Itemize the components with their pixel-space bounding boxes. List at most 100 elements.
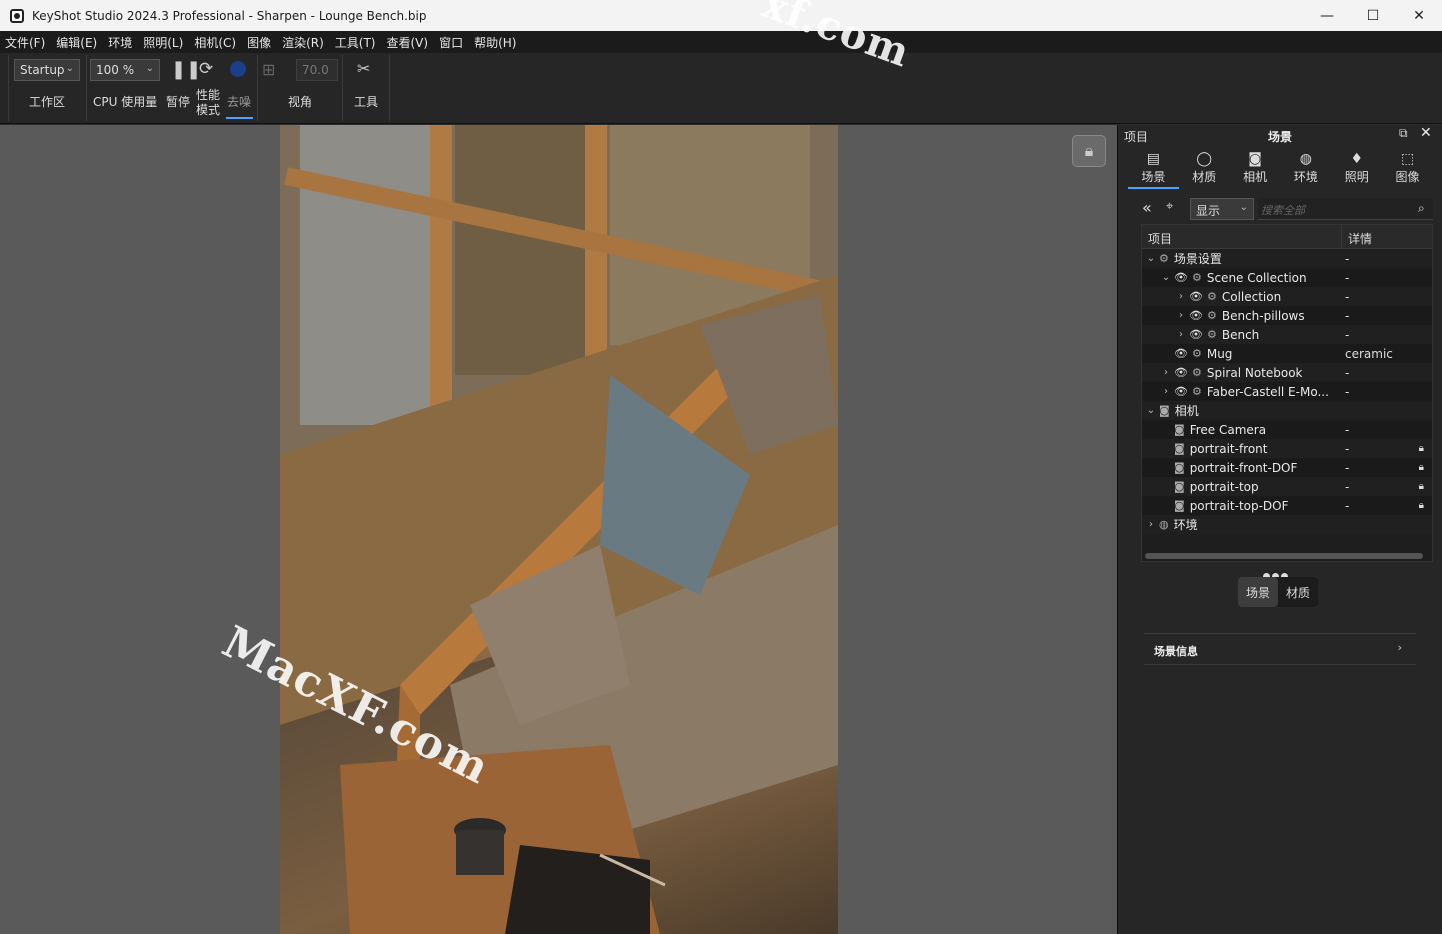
denoise-label[interactable]: 去噪 [227,93,251,110]
tree-row-detail: - [1345,289,1350,304]
chevron-down-icon[interactable]: ⌄ [1146,405,1156,416]
node-type-icon: ⚙ [1206,309,1217,322]
visibility-eye-icon[interactable]: 👁︎ [1174,271,1188,284]
tree-row[interactable]: › 👁︎ ⚙ Bench - [1142,325,1432,344]
tree-header: 项目 详情 [1142,225,1432,249]
maximize-button[interactable]: ☐ [1350,0,1396,31]
tree-row[interactable]: › ◍ 环境 [1142,515,1432,534]
menu-file[interactable]: 文件(F) [5,34,45,51]
visibility-eye-icon[interactable]: 👁︎ [1174,385,1188,398]
scene-tree: 项目 详情 ⌄ ⚙ 场景设置 - ⌄ 👁︎ ⚙ Scene Collection - › 👁︎ ⚙ Co… [1141,224,1433,562]
segment-material[interactable]: 材质 [1278,577,1318,607]
tree-row[interactable]: › 👁︎ ⚙ Faber-Castell E-Mo... - [1142,382,1432,401]
tree-row-label: Spiral Notebook [1206,365,1303,380]
visibility-eye-icon[interactable]: 👁︎ [1189,328,1203,341]
view-angle-icon[interactable]: ⊞ [262,60,275,79]
pause-label[interactable]: 暂停 [166,93,190,110]
tab-lighting[interactable]: ♦ 照明 [1331,149,1382,189]
visibility-eye-icon[interactable]: 👁︎ [1189,290,1203,303]
tree-row[interactable]: › 👁︎ ⚙ Bench-pillows - [1142,306,1432,325]
chevron-right-icon[interactable]: › [1176,329,1186,340]
menu-window[interactable]: 窗口 [439,34,463,51]
search-placeholder: 搜索全部 [1261,204,1305,217]
close-button[interactable]: ✕ [1396,0,1442,31]
tree-row-label: Faber-Castell E-Mo... [1206,384,1329,399]
menu-environment[interactable]: 环境 [108,34,132,51]
tree-row[interactable]: ⌄ 👁︎ ⚙ Scene Collection - [1142,268,1432,287]
chevron-down-icon: ⌄ [65,63,74,74]
tree-row[interactable]: ⌄ ⚙ 场景设置 - [1142,249,1432,268]
node-type-icon: ◙ [1174,499,1185,512]
chevron-down-icon[interactable]: ⌄ [1146,253,1156,264]
fov-input[interactable]: 70.0 [296,59,338,81]
chevron-right-icon[interactable]: › [1176,291,1186,302]
tab-material[interactable]: ◯ 材质 [1179,149,1230,189]
menu-lighting[interactable]: 照明(L) [143,34,183,51]
ribbon-toolbar: Startup ⌄ 工作区 100 % ⌄ CPU 使用量 ❚❚ 暂停 ⟳ 性能… [0,53,1442,124]
menu-render[interactable]: 渲染(R) [282,34,324,51]
viewport-lock-button[interactable]: 🔒︎ [1072,135,1106,167]
menu-image[interactable]: 图像 [247,34,271,51]
collapse-all-icon[interactable]: « [1142,198,1152,217]
panel-header: 项目 场景 ⧉ ✕ [1118,125,1442,145]
workspace-select[interactable]: Startup ⌄ [14,59,80,81]
performance-mode-label-2[interactable]: 模式 [196,101,220,118]
visibility-eye-icon[interactable]: 👁︎ [1174,347,1188,360]
detach-panel-icon[interactable]: ⧉ [1399,126,1408,141]
menu-tools[interactable]: 工具(T) [335,34,376,51]
chevron-right-icon[interactable]: › [1161,386,1171,397]
tree-row[interactable]: ⌄ ◙ 相机 [1142,401,1432,420]
chevron-right-icon[interactable]: › [1176,310,1186,321]
tree-row[interactable]: 👁︎ ⚙ Mug ceramic [1142,344,1432,363]
tree-row[interactable]: › 👁︎ ⚙ Collection - [1142,287,1432,306]
menu-camera[interactable]: 相机(C) [194,34,236,51]
tree-row-detail: - [1345,441,1350,456]
chevron-right-icon[interactable]: › [1161,367,1171,378]
menu-view[interactable]: 查看(V) [386,34,428,51]
minimize-button[interactable]: — [1304,0,1350,31]
node-type-icon: ⚙ [1191,385,1202,398]
visibility-eye-icon[interactable]: 👁︎ [1174,366,1188,379]
pause-icon[interactable]: ❚❚ [171,59,201,80]
search-icon[interactable]: ⌕ [1418,201,1425,216]
panel-tabs: ▤ 场景 ◯ 材质 ◙ 相机 ◍ 环境 ♦ 照明 ⬚ 图像 [1128,149,1433,189]
menu-edit[interactable]: 编辑(E) [56,34,97,51]
tools-label[interactable]: 工具 [354,93,378,110]
tree-row[interactable]: ◙ portrait-front - 🔒︎ [1142,439,1432,458]
menu-help[interactable]: 帮助(H) [474,34,516,51]
render-image [280,125,838,934]
tree-horizontal-scrollbar[interactable] [1145,553,1423,559]
tree-row-label: portrait-top-DOF [1189,498,1289,513]
cpu-usage-value: 100 % [96,63,135,77]
tree-header-item[interactable]: 项目 [1142,225,1342,248]
performance-mode-icon[interactable]: ⟳ [199,59,213,79]
tab-camera[interactable]: ◙ 相机 [1230,149,1281,189]
search-input[interactable]: 搜索全部 [1258,198,1433,220]
chevron-right-icon[interactable]: › [1146,519,1156,530]
tree-row[interactable]: ◙ portrait-top - 🔒︎ [1142,477,1432,496]
tree-header-detail[interactable]: 详情 [1342,225,1378,248]
display-filter-select[interactable]: 显示 ⌄ [1190,198,1254,220]
cpu-usage-select[interactable]: 100 % ⌄ [90,59,160,81]
scene-info-section[interactable]: 场景信息 › [1144,633,1416,665]
scene-filter-icon[interactable]: ⌖ [1166,199,1173,214]
tree-row[interactable]: ◙ portrait-top-DOF - 🔒︎ [1142,496,1432,515]
tab-scene[interactable]: ▤ 场景 [1128,149,1179,189]
close-panel-icon[interactable]: ✕ [1420,125,1432,141]
tab-environment[interactable]: ◍ 环境 [1280,149,1331,189]
node-type-icon: ⚙ [1191,366,1202,379]
render-viewport[interactable]: 🔒︎ MacXF.com [0,125,1117,934]
visibility-eye-icon[interactable]: 👁︎ [1189,309,1203,322]
tree-row[interactable]: ◙ portrait-front-DOF - 🔒︎ [1142,458,1432,477]
tree-row-label: portrait-top [1189,479,1259,494]
tools-icon[interactable]: ✂ [357,59,370,78]
tree-row[interactable]: ◙ Free Camera - [1142,420,1432,439]
segment-scene[interactable]: 场景 [1238,577,1279,607]
fov-value: 70.0 [302,63,329,77]
chevron-down-icon[interactable]: ⌄ [1161,272,1171,283]
denoise-icon[interactable] [230,61,246,77]
tree-body: ⌄ ⚙ 场景设置 - ⌄ 👁︎ ⚙ Scene Collection - › 👁︎ ⚙ Collecti… [1142,249,1432,534]
tab-image[interactable]: ⬚ 图像 [1382,149,1433,189]
tree-row[interactable]: › 👁︎ ⚙ Spiral Notebook - [1142,363,1432,382]
lock-icon: 🔒︎ [1418,443,1424,454]
